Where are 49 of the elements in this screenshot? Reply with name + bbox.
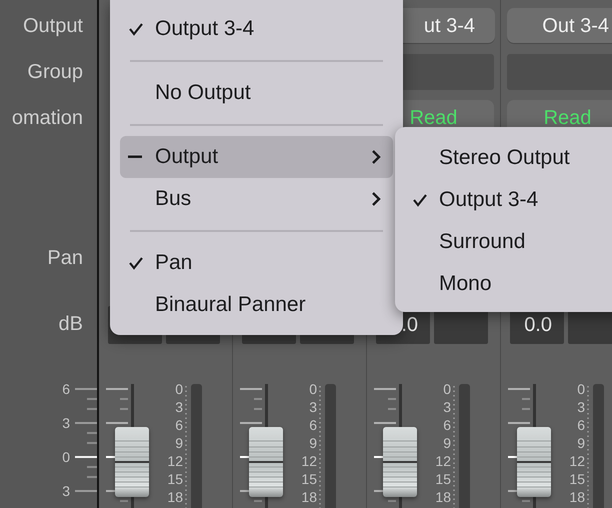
meter-scale-number: 15 xyxy=(301,470,317,488)
meter-scale-number: 3 xyxy=(577,398,585,416)
meter-scale-number: 12 xyxy=(569,452,585,470)
pan-label: Pan xyxy=(47,246,83,271)
meter-scale-number: 18 xyxy=(569,488,585,506)
meter-scale-number: 9 xyxy=(175,434,183,452)
scale-number: 6 xyxy=(62,380,70,399)
menu-item[interactable]: Output 3-4 xyxy=(395,179,612,221)
meter-scale-number: 0 xyxy=(309,380,317,398)
scale-number: 3 xyxy=(62,414,70,433)
db-label: dB xyxy=(58,312,83,337)
meter-scale-number: 6 xyxy=(175,416,183,434)
fader-handle[interactable] xyxy=(115,427,149,498)
meter-scale-number: 12 xyxy=(167,452,183,470)
meter-scale-number: 9 xyxy=(443,434,451,452)
meter-scale-number: 12 xyxy=(301,452,317,470)
meter-scale-number: 0 xyxy=(175,380,183,398)
group-label: Group xyxy=(27,60,83,85)
meter-scale-number: 3 xyxy=(175,398,183,416)
meter-scale-number: 15 xyxy=(167,470,183,488)
automation-label: omation xyxy=(12,106,83,131)
meter-scale-number: 18 xyxy=(301,488,317,506)
menu-item[interactable]: Output xyxy=(120,136,393,178)
meter-scale-number: 3 xyxy=(309,398,317,416)
menu-item[interactable]: Mono xyxy=(395,263,612,305)
menu-item[interactable]: Bus xyxy=(120,178,393,220)
meter-scale-number: 18 xyxy=(435,488,451,506)
output-button[interactable]: Out 3-4 xyxy=(507,8,612,44)
meter-scale-number: 15 xyxy=(569,470,585,488)
meter-scale-number: 6 xyxy=(309,416,317,434)
fader-handle[interactable] xyxy=(517,427,551,498)
meter-scale-number: 6 xyxy=(443,416,451,434)
output-label: Output xyxy=(22,14,83,39)
menu-item[interactable]: Surround xyxy=(395,221,612,263)
meter-scale-number: 15 xyxy=(435,470,451,488)
meter-scale-number: 3 xyxy=(443,398,451,416)
meter-scale-number: 0 xyxy=(443,380,451,398)
meter-scale-number: 12 xyxy=(435,452,451,470)
fader-handle[interactable] xyxy=(249,427,283,498)
fader-handle[interactable] xyxy=(383,427,417,498)
scale-number: 3 xyxy=(62,482,70,501)
meter-scale-number: 0 xyxy=(577,380,585,398)
menu-item[interactable]: Pan xyxy=(120,242,393,284)
meter-scale-number: 6 xyxy=(577,416,585,434)
meter-scale-number: 9 xyxy=(577,434,585,452)
meter-scale-number: 18 xyxy=(167,488,183,506)
menu-item[interactable]: Stereo Output xyxy=(395,137,612,179)
meter-scale-number: 9 xyxy=(309,434,317,452)
scale-number: 0 xyxy=(62,448,70,467)
